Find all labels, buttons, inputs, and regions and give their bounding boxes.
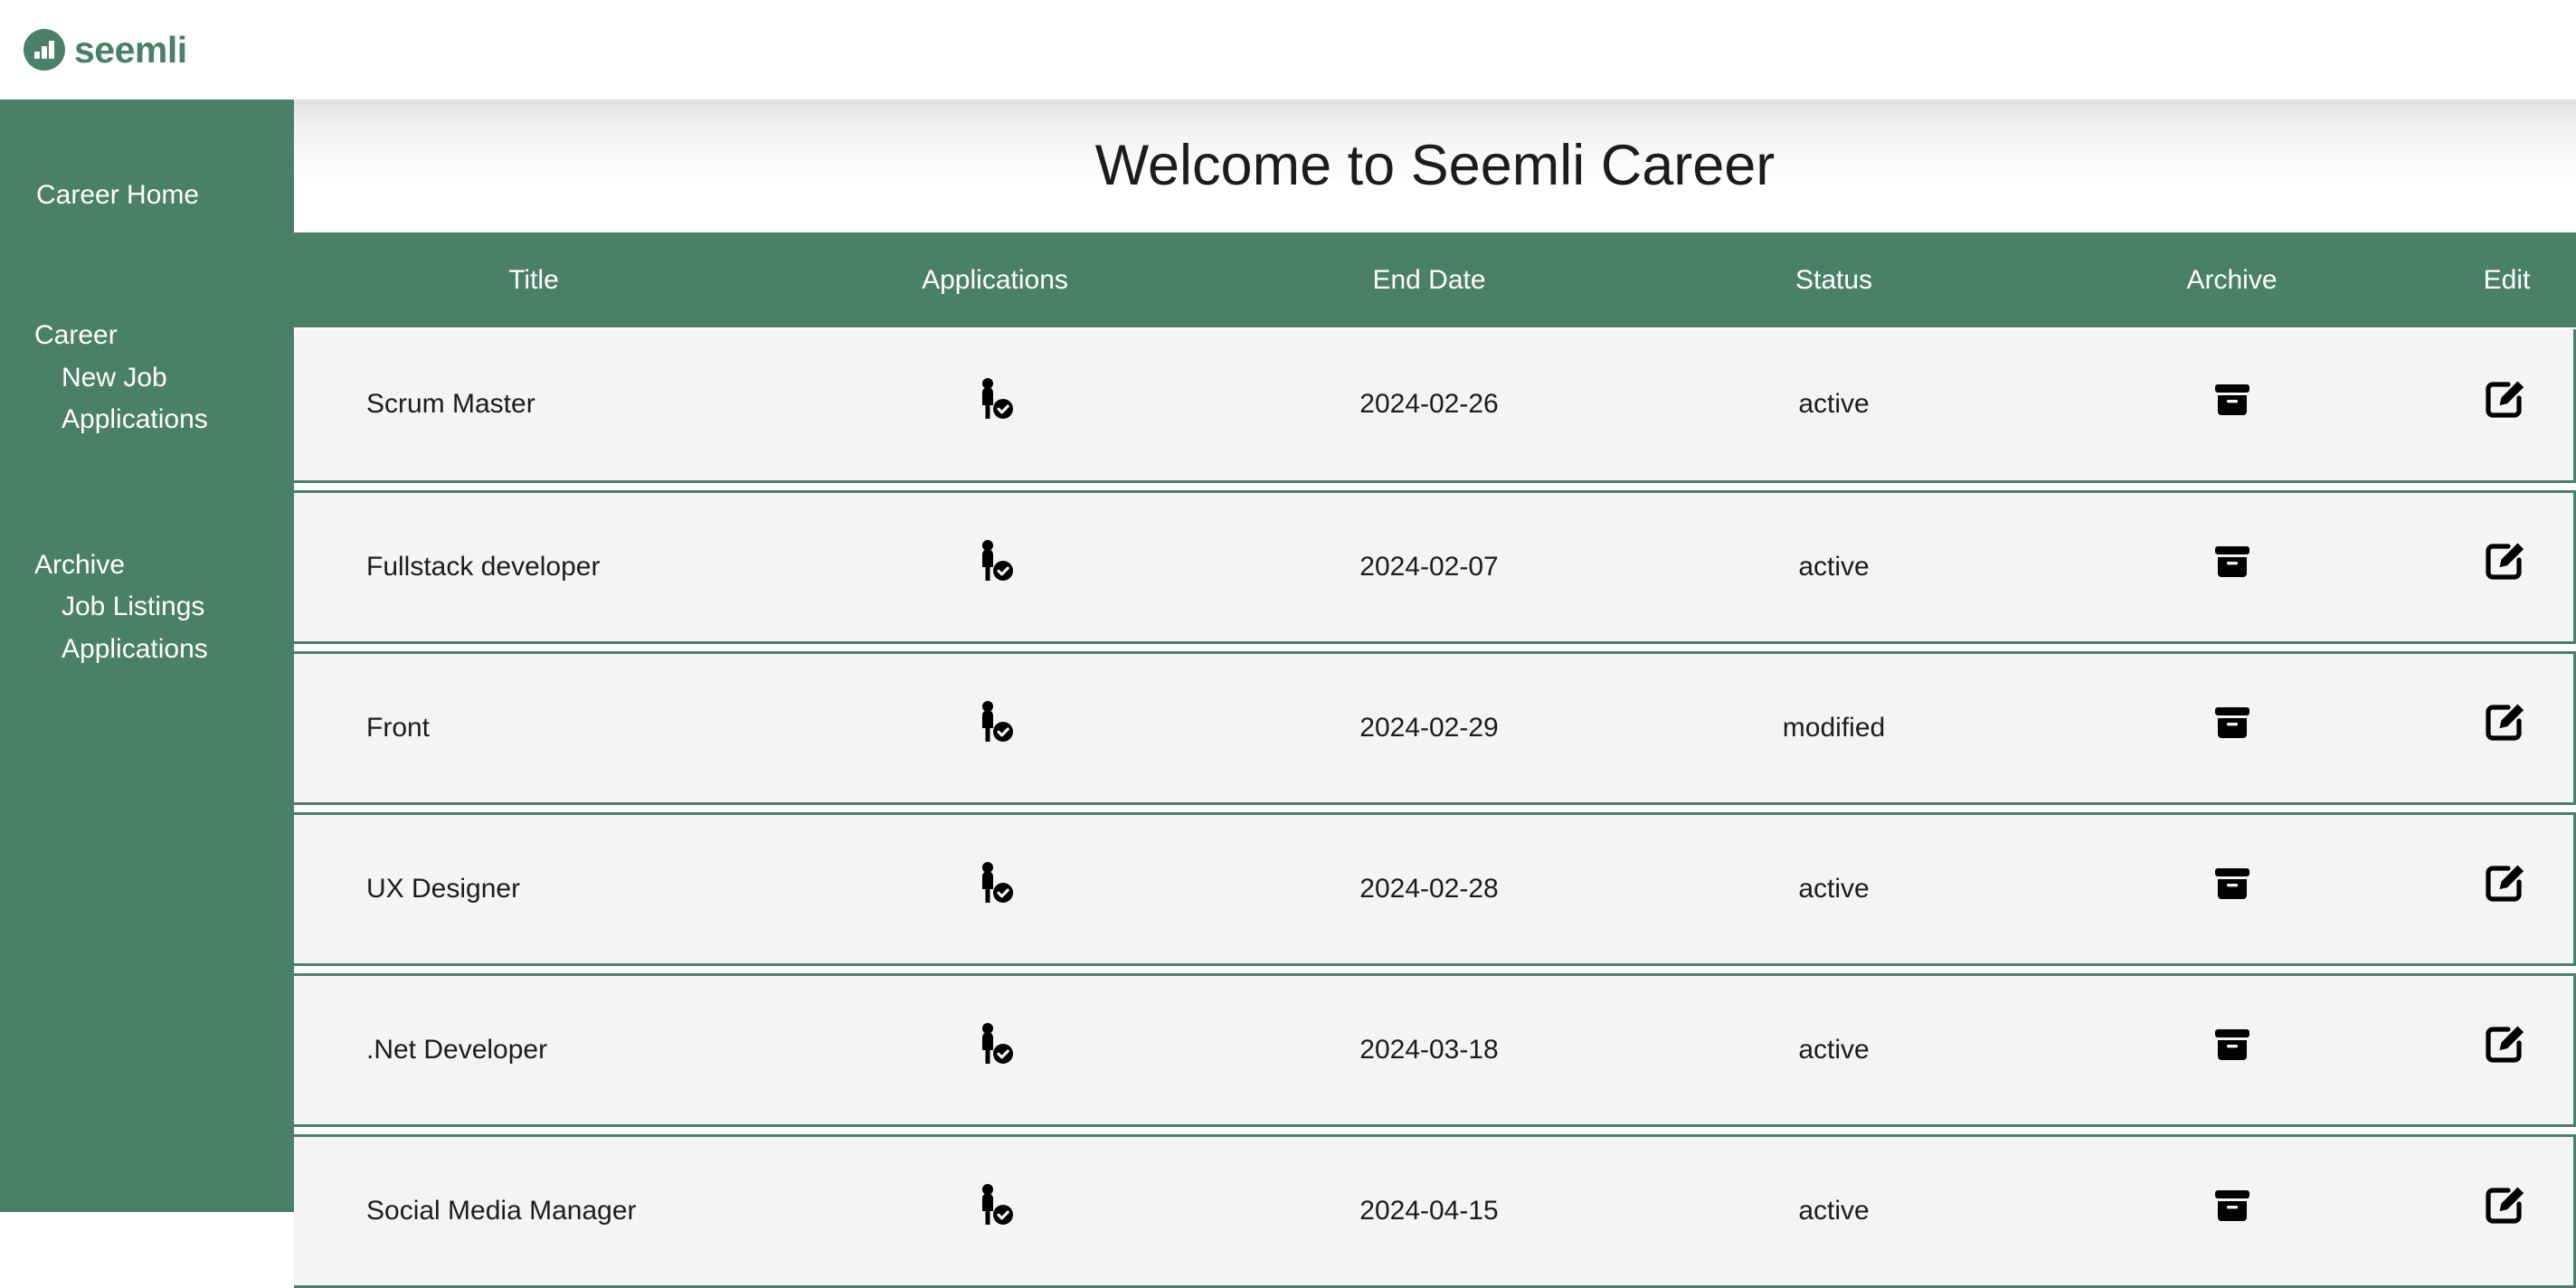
applicant-check-icon[interactable] xyxy=(975,539,1015,584)
table-row[interactable]: Scrum Master 2024-02-26 active xyxy=(294,329,2576,483)
edit-pencil-icon[interactable] xyxy=(2483,861,2528,906)
sidebar-group-title-archive[interactable]: Archive xyxy=(34,545,294,587)
cell-status: active xyxy=(1798,873,1870,904)
applicant-check-icon[interactable] xyxy=(975,861,1015,906)
cell-end-date: 2024-02-07 xyxy=(1359,551,1499,582)
page-title: Welcome to Seemli Career xyxy=(1094,134,1776,197)
cell-end-date: 2024-02-29 xyxy=(1359,712,1499,743)
cell-job-title: Fullstack developer xyxy=(366,551,601,582)
cell-status: active xyxy=(1798,551,1870,582)
cell-status: modified xyxy=(1782,712,1886,743)
cell-end-date: 2024-04-15 xyxy=(1359,1195,1499,1226)
main-content: Welcome to Seemli Career Title Applicati… xyxy=(294,99,2576,1288)
table-row[interactable]: .Net Developer 2024-03-18 active xyxy=(294,973,2576,1127)
archive-box-icon[interactable] xyxy=(2211,862,2254,905)
column-header-edit[interactable]: Edit xyxy=(2438,266,2576,294)
edit-pencil-icon[interactable] xyxy=(2483,377,2528,422)
cell-job-title: UX Designer xyxy=(366,873,521,904)
cell-archive xyxy=(2026,540,2438,594)
archive-box-icon[interactable] xyxy=(2211,540,2254,583)
applicant-check-icon[interactable] xyxy=(975,377,1015,422)
sidebar-group-archive: Archive Job Listings Applications xyxy=(0,545,294,671)
column-header-status[interactable]: Status xyxy=(1642,266,2026,294)
cell-job-title: Scrum Master xyxy=(366,389,535,420)
column-header-archive[interactable]: Archive xyxy=(2026,266,2438,294)
archive-box-icon[interactable] xyxy=(2211,1184,2254,1227)
cell-archive xyxy=(2026,862,2438,916)
sidebar-group-title-career[interactable]: Career xyxy=(34,315,294,357)
cell-edit xyxy=(2438,539,2573,595)
applicant-check-icon[interactable] xyxy=(975,1183,1015,1228)
table-row[interactable]: Front 2024-02-29 modified xyxy=(294,651,2576,805)
applicant-check-icon[interactable] xyxy=(975,1022,1015,1067)
sidebar-item-job-listings[interactable]: Job Listings xyxy=(34,586,294,629)
sidebar-item-career-home[interactable]: Career Home xyxy=(0,179,294,212)
cell-archive xyxy=(2026,378,2438,432)
edit-pencil-icon[interactable] xyxy=(2483,700,2528,745)
table-row[interactable]: Fullstack developer 2024-02-07 active xyxy=(294,490,2576,644)
table-header-row: Title Applications End Date Status Archi… xyxy=(294,232,2576,327)
cell-archive xyxy=(2026,701,2438,755)
cell-status: active xyxy=(1798,1034,1870,1065)
archive-box-icon[interactable] xyxy=(2211,378,2254,421)
applicant-check-icon[interactable] xyxy=(975,700,1015,745)
edit-pencil-icon[interactable] xyxy=(2483,1183,2528,1228)
sidebar: Career Home Career New Job Applications … xyxy=(0,99,294,1212)
sidebar-item-archive-applications[interactable]: Applications xyxy=(34,629,294,671)
cell-edit xyxy=(2438,377,2573,433)
cell-archive xyxy=(2026,1023,2438,1077)
bar-chart-circle-icon xyxy=(24,29,65,71)
cell-job-title: Social Media Manager xyxy=(366,1195,637,1226)
cell-applications xyxy=(773,377,1217,433)
table-row[interactable]: UX Designer 2024-02-28 active xyxy=(294,812,2576,966)
column-header-applications[interactable]: Applications xyxy=(773,266,1217,294)
table-row[interactable]: Social Media Manager 2024-04-15 active xyxy=(294,1134,2576,1288)
archive-box-icon[interactable] xyxy=(2211,701,2254,744)
cell-status: active xyxy=(1798,1195,1870,1226)
sidebar-item-new-job[interactable]: New Job xyxy=(34,357,294,400)
sidebar-group-career: Career New Job Applications xyxy=(0,315,294,441)
cell-edit xyxy=(2438,1183,2573,1239)
cell-edit xyxy=(2438,700,2573,756)
cell-applications xyxy=(773,1022,1217,1078)
cell-end-date: 2024-02-28 xyxy=(1359,873,1499,904)
cell-end-date: 2024-02-26 xyxy=(1359,389,1499,420)
cell-job-title: .Net Developer xyxy=(366,1034,548,1065)
cell-edit xyxy=(2438,861,2573,917)
job-listings-table: Title Applications End Date Status Archi… xyxy=(294,232,2576,1288)
brand-name: seemli xyxy=(74,28,187,71)
cell-applications xyxy=(773,700,1217,756)
brand-logo[interactable]: seemli xyxy=(24,29,187,71)
cell-status: active xyxy=(1798,389,1870,420)
cell-archive xyxy=(2026,1184,2438,1238)
cell-job-title: Front xyxy=(366,712,431,743)
table-body: Scrum Master 2024-02-26 active Fullstack… xyxy=(294,327,2576,1288)
archive-box-icon[interactable] xyxy=(2211,1023,2254,1066)
page-title-area: Welcome to Seemli Career xyxy=(294,99,2576,232)
edit-pencil-icon[interactable] xyxy=(2483,1022,2528,1067)
column-header-title[interactable]: Title xyxy=(294,266,773,294)
sidebar-item-career-applications[interactable]: Applications xyxy=(34,399,294,441)
top-bar: seemli xyxy=(0,0,2576,99)
cell-applications xyxy=(773,1183,1217,1239)
cell-applications xyxy=(773,861,1217,917)
cell-end-date: 2024-03-18 xyxy=(1359,1034,1499,1065)
cell-edit xyxy=(2438,1022,2573,1078)
cell-applications xyxy=(773,539,1217,595)
column-header-end-date[interactable]: End Date xyxy=(1217,266,1642,294)
edit-pencil-icon[interactable] xyxy=(2483,539,2528,584)
